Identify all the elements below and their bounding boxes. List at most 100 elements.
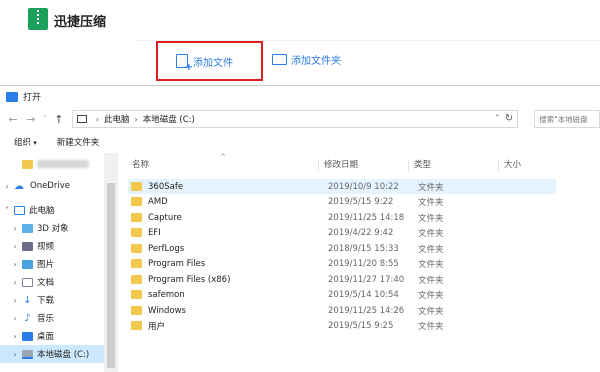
address-dropdown-icon[interactable]: ˅ [495,114,499,123]
forward-button[interactable]: → [22,113,40,126]
file-row[interactable]: safemon 2019/5/14 10:54 文件夹 [128,287,556,302]
column-divider[interactable] [408,159,409,171]
file-row[interactable]: Program Files (x86) 2019/11/27 17:40 文件夹 [128,272,556,287]
file-row[interactable]: Program Files 2019/11/20 8:55 文件夹 [128,256,556,271]
up-button[interactable]: ↑ [50,113,68,126]
file-name: Program Files [148,258,206,269]
organize-button[interactable]: 组织 [14,136,37,148]
nav-item-label: 本地磁盘 (C:) [37,350,90,360]
back-button[interactable]: ← [4,113,22,126]
drive-icon [22,349,33,359]
nav-item-quick-folder[interactable] [0,155,104,173]
column-divider[interactable] [498,159,499,171]
desktop-icon [22,331,33,341]
nav-item-label: 音乐 [37,314,55,324]
file-name: AMD [148,196,168,207]
column-header-modified[interactable]: 修改日期 [324,158,358,172]
download-icon: ↓ [23,294,32,306]
nav-item-videos[interactable]: › 视频 [0,237,104,255]
add-folder-button[interactable]: 添加文件夹 [272,52,341,67]
chevron-down-icon[interactable]: ˅ [0,206,14,215]
file-row[interactable]: 360Safe 2019/10/9 10:22 文件夹 [128,179,556,194]
nav-item-downloads[interactable]: › ↓ 下载 [0,291,104,309]
file-modified: 2019/11/25 14:18 [328,212,405,223]
file-modified: 2019/5/15 9:25 [328,320,394,331]
nav-item-onedrive[interactable]: › ☁ OneDrive [0,177,104,195]
nav-item-label: 视频 [37,242,55,252]
file-name: Program Files (x86) [148,274,231,285]
recent-locations-button[interactable]: ˅ [40,115,50,123]
navigation-scrollbar[interactable] [104,153,118,372]
computer-icon [14,205,25,215]
video-icon [22,241,33,251]
add-folder-icon [272,54,287,65]
picture-icon [22,259,33,269]
file-type: 文件夹 [418,244,444,255]
file-type: 文件夹 [418,182,444,193]
chevron-right-icon[interactable]: › [8,224,22,233]
scrollbar-thumb[interactable] [107,183,115,368]
address-row: ← → ˅ ↑ › 此电脑 › 本地磁盘 (C:) ˅ ↻ 搜索"本地磁盘 [0,107,600,131]
breadcrumb-separator: › [95,114,99,124]
file-modified: 2018/9/15 15:33 [328,243,399,254]
chevron-right-icon[interactable]: › [8,260,22,269]
nav-item-label: 3D 对象 [37,224,69,234]
folder-icon [131,213,142,222]
column-header-size[interactable]: 大小 [504,158,521,172]
file-row[interactable]: Capture 2019/11/25 14:18 文件夹 [128,210,556,225]
dialog-app-icon [6,91,18,102]
nav-item-3d-objects[interactable]: › 3D 对象 [0,219,104,237]
file-row[interactable]: AMD 2019/5/15 9:22 文件夹 [128,194,556,209]
nav-item-music[interactable]: › ♪ 音乐 [0,309,104,327]
app-logo-icon [28,8,48,30]
file-type: 文件夹 [418,228,444,239]
chevron-right-icon[interactable]: › [8,278,22,287]
breadcrumb-this-pc[interactable]: 此电脑 [104,113,130,125]
sort-ascending-icon: ^ [220,153,226,161]
nav-item-label: OneDrive [30,181,70,191]
breadcrumb-drive[interactable]: 本地磁盘 (C:) [143,113,195,125]
nav-item-desktop[interactable]: › 桌面 [0,327,104,345]
file-type: 文件夹 [418,321,444,332]
folder-icon [131,306,142,315]
column-header-name[interactable]: 名称 [132,158,149,172]
file-name: Windows [148,305,186,316]
file-name: EFI [148,227,161,238]
chevron-right-icon[interactable]: › [0,182,14,191]
nav-item-label: 文档 [37,278,55,288]
folder-icon [131,182,142,191]
breadcrumb-separator: › [134,114,138,124]
chevron-right-icon[interactable]: › [8,350,22,359]
file-type: 文件夹 [418,213,444,224]
add-file-button[interactable]: 添加文件 [156,41,263,81]
file-row[interactable]: Windows 2019/11/25 14:26 文件夹 [128,303,556,318]
nav-item-this-pc[interactable]: ˅ 此电脑 [0,201,104,219]
column-header-type[interactable]: 类型 [414,158,431,172]
chevron-right-icon[interactable]: › [8,296,22,305]
cloud-icon: ☁ [14,180,24,192]
folder-icon [131,321,142,330]
refresh-icon[interactable]: ↻ [505,113,513,124]
nav-item-local-disk-c[interactable]: › 本地磁盘 (C:) [0,345,104,363]
new-folder-button[interactable]: 新建文件夹 [57,136,100,148]
file-name: 360Safe [148,181,184,192]
search-input[interactable]: 搜索"本地磁盘 [534,110,600,128]
address-bar[interactable]: › 此电脑 › 本地磁盘 (C:) ˅ ↻ [71,110,519,128]
nav-item-pictures[interactable]: › 图片 [0,255,104,273]
file-row[interactable]: EFI 2019/4/22 9:42 文件夹 [128,225,556,240]
add-file-icon [176,54,193,73]
nav-item-documents[interactable]: › 文档 [0,273,104,291]
file-modified: 2019/5/14 10:54 [328,289,399,300]
file-row[interactable]: PerfLogs 2018/9/15 15:33 文件夹 [128,241,556,256]
app-header: 迅捷压缩 [0,0,600,40]
file-modified: 2019/5/15 9:22 [328,196,394,207]
file-type: 文件夹 [418,275,444,286]
column-divider[interactable] [318,159,319,171]
nav-item-label: 图片 [37,260,55,270]
chevron-right-icon[interactable]: › [8,242,22,251]
file-row[interactable]: 用户 2019/5/15 9:25 文件夹 [128,318,556,333]
chevron-right-icon[interactable]: › [8,314,22,323]
folder-icon [22,159,33,169]
chevron-right-icon[interactable]: › [8,332,22,341]
folder-icon [131,275,142,284]
